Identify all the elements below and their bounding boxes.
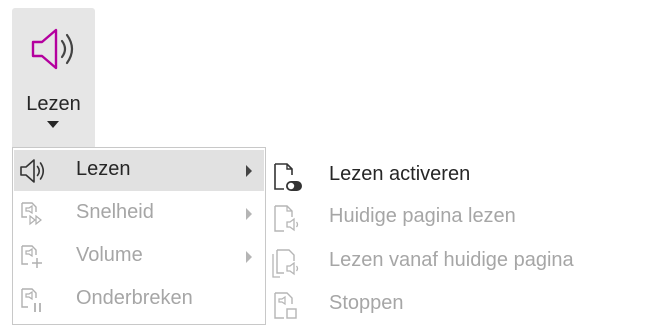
menu-item-snelheid[interactable]: Snelheid: [14, 193, 264, 234]
submenu-item-lezen-vanaf-huidige-pagina[interactable]: Lezen vanaf huidige pagina: [266, 241, 660, 281]
speaker-icon: [31, 28, 74, 70]
read-aloud-submenu: Lezen activeren Huidige pagina lezen Lez…: [266, 152, 660, 327]
submenu-item-label: Stoppen: [329, 292, 404, 314]
submenu-item-huidige-pagina-lezen[interactable]: Huidige pagina lezen: [266, 197, 660, 237]
submenu-arrow-icon: [246, 208, 252, 220]
submenu-item-label: Lezen activeren: [329, 163, 471, 185]
pause-icon: [21, 288, 41, 312]
submenu-item-label: Lezen vanaf huidige pagina: [329, 249, 574, 271]
read-aloud-menu: Lezen Snelheid Volume Onderbreken: [12, 147, 266, 325]
menu-item-label: Snelheid: [76, 201, 154, 223]
menu-item-volume[interactable]: Volume: [14, 236, 264, 277]
menu-item-label: Volume: [76, 244, 143, 266]
activate-reading-icon: [274, 163, 302, 191]
menu-item-onderbreken[interactable]: Onderbreken: [14, 279, 264, 320]
menu-item-label: Onderbreken: [76, 287, 193, 309]
read-aloud-ribbon-button[interactable]: Lezen: [12, 8, 95, 147]
menu-item-label: Lezen: [76, 158, 131, 180]
read-page-icon: [274, 205, 299, 232]
stop-icon: [274, 292, 297, 319]
submenu-item-label: Huidige pagina lezen: [329, 205, 516, 227]
speaker-icon: [20, 159, 45, 183]
speed-icon: [21, 202, 42, 226]
volume-icon: [21, 245, 42, 268]
app-root: Lezen Lezen Snelheid Volume Onderbreken …: [0, 0, 660, 329]
submenu-item-stoppen[interactable]: Stoppen: [266, 284, 660, 324]
chevron-down-icon: [47, 121, 59, 128]
read-from-page-icon: [272, 249, 299, 278]
submenu-item-lezen-activeren[interactable]: Lezen activeren: [266, 155, 660, 195]
submenu-arrow-icon: [246, 165, 252, 177]
submenu-arrow-icon: [246, 251, 252, 263]
menu-item-lezen[interactable]: Lezen: [14, 150, 264, 191]
read-aloud-label: Lezen: [26, 93, 81, 115]
